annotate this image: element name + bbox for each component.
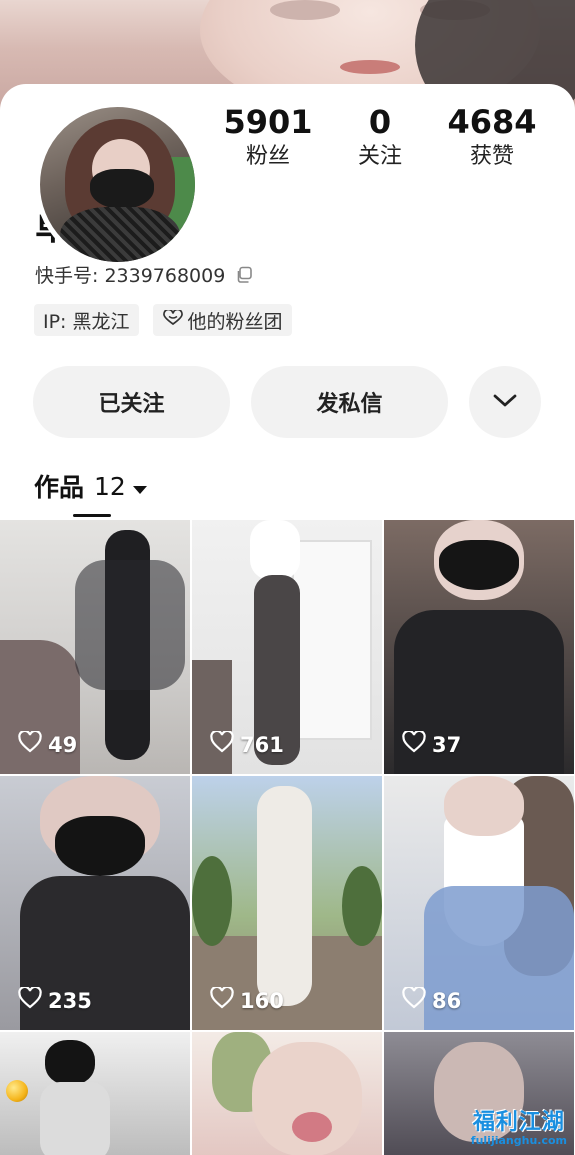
tag-label: IP: 黑龙江 <box>43 310 130 333</box>
work-item[interactable]: 160 <box>192 776 382 1030</box>
like-count-value: 761 <box>240 732 284 757</box>
stat-likes[interactable]: 4684 获赞 <box>437 102 547 172</box>
works-count: 12 <box>94 471 126 501</box>
work-item[interactable]: 235 <box>0 776 190 1030</box>
like-count-value: 49 <box>48 732 78 757</box>
like-count: 761 <box>210 729 284 758</box>
heart-icon <box>210 985 240 1014</box>
stat-value: 4684 <box>447 103 537 141</box>
watermark-sub-text: fulijianghu.com <box>470 1134 567 1147</box>
work-item[interactable]: 761 <box>192 520 382 774</box>
cover-eye-left <box>270 0 340 20</box>
work-item[interactable]: 49 <box>0 520 190 774</box>
work-item[interactable] <box>0 1032 190 1155</box>
works-tab-label: 作品 <box>34 473 85 502</box>
heart-icon <box>210 729 240 758</box>
chevron-down-icon <box>492 390 518 415</box>
stat-followers[interactable]: 5901 粉丝 <box>213 102 323 172</box>
profile-sheet: 5901 粉丝 0 关注 4684 获赞 单身娟娟 快手号: 233976800… <box>0 84 575 1155</box>
fan-group-tag[interactable]: 他的粉丝团 <box>152 304 292 336</box>
tab-active-indicator <box>73 514 111 517</box>
like-count: 160 <box>210 985 284 1014</box>
send-message-button[interactable]: 发私信 <box>251 366 448 438</box>
stat-value: 0 <box>368 103 392 141</box>
work-item[interactable]: 37 <box>384 520 574 774</box>
tab-works[interactable]: 作品 12 <box>34 468 148 504</box>
copy-icon[interactable] <box>235 266 253 284</box>
avatar[interactable] <box>35 102 200 267</box>
ip-location-tag: IP: 黑龙江 <box>34 304 139 336</box>
heart-icon <box>162 308 184 331</box>
work-item[interactable] <box>192 1032 382 1155</box>
like-count: 86 <box>402 985 462 1014</box>
stat-following[interactable]: 0 关注 <box>325 102 435 172</box>
heart-icon <box>402 729 432 758</box>
profile-tags: IP: 黑龙江 他的粉丝团 <box>34 304 306 336</box>
watermark-main-text: 福利江湖 <box>472 1110 565 1135</box>
heart-icon <box>18 985 48 1014</box>
kuaishou-id-row: 快手号: 2339768009 <box>35 261 253 288</box>
watermark-logo: 福利江湖 fulijianghu.com <box>471 1104 567 1147</box>
like-count: 37 <box>402 729 462 758</box>
tag-label: 他的粉丝团 <box>187 310 283 333</box>
heart-icon <box>402 985 432 1014</box>
following-button[interactable]: 已关注 <box>33 366 230 438</box>
work-item[interactable]: 86 <box>384 776 574 1030</box>
stat-label: 获赞 <box>469 144 514 169</box>
stat-label: 粉丝 <box>245 144 290 169</box>
cover-lips <box>340 60 400 74</box>
stat-value: 5901 <box>223 103 313 141</box>
more-options-button[interactable] <box>469 366 541 438</box>
like-count-value: 86 <box>432 988 462 1013</box>
caret-down-icon <box>132 472 148 501</box>
like-count: 49 <box>18 729 78 758</box>
heart-icon <box>18 729 48 758</box>
floating-orb-icon[interactable] <box>6 1080 28 1102</box>
like-count: 235 <box>18 985 92 1014</box>
like-count-value: 37 <box>432 732 462 757</box>
like-count-value: 235 <box>48 988 92 1013</box>
like-count-value: 160 <box>240 988 284 1013</box>
stat-label: 关注 <box>357 144 402 169</box>
